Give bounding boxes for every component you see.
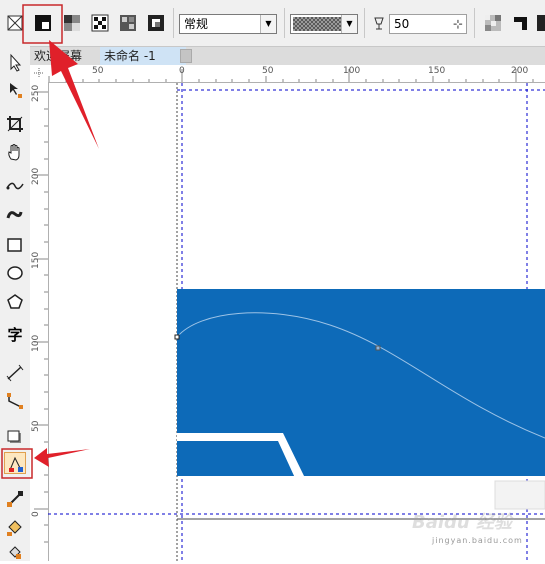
property-bar: 常规 ▼ ▼ 50 ⊹ <box>0 0 545 47</box>
artistic-media-tool[interactable] <box>4 204 26 226</box>
bitmap-pattern-transparency-button[interactable] <box>117 12 139 34</box>
tab-welcome-label: 欢迎屏幕 <box>34 49 83 63</box>
ellipse-icon <box>7 266 23 280</box>
ellipse-tool[interactable] <box>4 262 26 284</box>
all-target-icon <box>537 15 545 31</box>
ruler-label: 0 <box>31 511 41 517</box>
polygon-tool[interactable] <box>4 291 26 313</box>
pan-tool[interactable] <box>4 141 26 163</box>
pointer-icon <box>10 53 22 72</box>
no-transparency-button[interactable] <box>4 12 26 34</box>
shape-tool[interactable] <box>4 79 26 101</box>
interactive-fill-tool[interactable] <box>4 516 26 538</box>
tab-welcome-screen[interactable]: 欢迎屏幕 <box>30 47 100 65</box>
transparency-amount-value: 50 <box>394 17 410 31</box>
uniform-transparency-button[interactable] <box>32 12 54 34</box>
amount-stepper[interactable]: ⊹ <box>453 15 463 33</box>
texture-transparency-icon <box>148 15 164 31</box>
freehand-curve-icon <box>6 182 24 190</box>
fill-target-icon <box>485 15 501 31</box>
document-tabs: 欢迎屏幕 未命名 -1 <box>30 47 545 65</box>
rectangle-tool[interactable] <box>4 234 26 256</box>
ruler-label: 150 <box>428 66 446 76</box>
drawing-canvas[interactable] <box>49 83 545 561</box>
apply-to-fill-button[interactable] <box>482 12 504 34</box>
toolbar-separator <box>364 8 365 38</box>
ruler-label: 200 <box>511 66 529 76</box>
tab-document-label: 未命名 -1 <box>104 49 156 63</box>
crop-tool[interactable] <box>4 113 26 135</box>
node-shape-icon <box>10 83 22 98</box>
outline-target-icon <box>514 17 527 30</box>
vertical-ruler-ticks <box>34 91 48 543</box>
ruler-label: 150 <box>31 251 41 269</box>
transparency-tool[interactable] <box>4 452 26 474</box>
horizontal-ruler[interactable]: 50 0 50 100 150 200 <box>48 65 545 83</box>
wine-glass-icon <box>374 17 384 30</box>
drop-shadow-tool[interactable] <box>4 426 26 448</box>
tab-untitled-document[interactable]: 未命名 -1 <box>100 47 186 65</box>
rectangle-icon <box>7 238 22 252</box>
drop-shadow-icon <box>7 430 21 443</box>
ruler-label: 50 <box>31 420 41 432</box>
dimension-icon <box>6 364 24 382</box>
toolbar-separator <box>284 8 285 38</box>
paint-bucket-icon <box>7 520 22 536</box>
dimension-tool[interactable] <box>4 362 26 384</box>
ruler-origin[interactable] <box>30 65 49 83</box>
connector-tool[interactable] <box>4 390 26 412</box>
baidu-watermark-logo: Baidu 经验 <box>412 512 513 533</box>
no-transparency-icon <box>7 15 23 31</box>
fountain-transparency-button[interactable] <box>61 12 83 34</box>
ruler-label: 100 <box>31 334 41 352</box>
texture-transparency-button[interactable] <box>145 12 167 34</box>
ruler-label: 50 <box>92 66 104 76</box>
transparency-pattern-select[interactable]: ▼ <box>290 14 358 34</box>
eyedropper-tool[interactable] <box>4 488 26 510</box>
chevron-down-icon[interactable]: ▼ <box>260 15 276 33</box>
vertical-ruler[interactable]: 250 200 150 100 50 0 <box>30 82 49 561</box>
pick-tool[interactable] <box>4 52 26 74</box>
crop-icon <box>7 116 23 132</box>
merge-mode-value: 常规 <box>184 17 209 31</box>
apply-to-all-button[interactable] <box>535 12 545 34</box>
tab-scroll-button[interactable] <box>180 49 192 63</box>
ruler-label: 200 <box>31 167 41 185</box>
watermark-url: jingyan.baidu.com <box>432 536 523 545</box>
uniform-transparency-icon <box>35 15 51 31</box>
polygon-icon <box>7 294 23 309</box>
hand-icon <box>8 144 20 161</box>
vector-pattern-icon <box>91 14 109 32</box>
pattern-swatch <box>293 17 341 31</box>
text-tool[interactable]: 字 <box>4 324 26 346</box>
transparency-tool-icon <box>9 456 23 472</box>
transparency-amount-input[interactable]: 50 ⊹ <box>389 14 467 34</box>
fountain-transparency-icon <box>64 15 80 31</box>
ruler-label: 250 <box>31 84 41 102</box>
connector-icon <box>7 393 23 409</box>
ruler-origin-icon <box>34 68 44 78</box>
apply-to-outline-button[interactable] <box>510 12 532 34</box>
ruler-label: 100 <box>343 66 361 76</box>
horizontal-ruler-ticks <box>48 69 534 82</box>
vector-pattern-transparency-button[interactable] <box>89 12 111 34</box>
merge-mode-select[interactable]: 常规 ▼ <box>179 14 277 34</box>
toolbox: 字 <box>0 46 31 561</box>
brush-stroke-icon <box>6 211 23 219</box>
freehand-tool[interactable] <box>4 176 26 198</box>
chevron-down-icon[interactable]: ▼ <box>341 15 357 33</box>
toolbar-separator <box>474 8 475 38</box>
ruler-label: 50 <box>262 66 274 76</box>
toolbar-separator <box>173 8 174 38</box>
bitmap-pattern-icon <box>120 15 136 31</box>
eyedropper-icon <box>7 491 23 507</box>
ruler-label: 0 <box>179 66 185 76</box>
